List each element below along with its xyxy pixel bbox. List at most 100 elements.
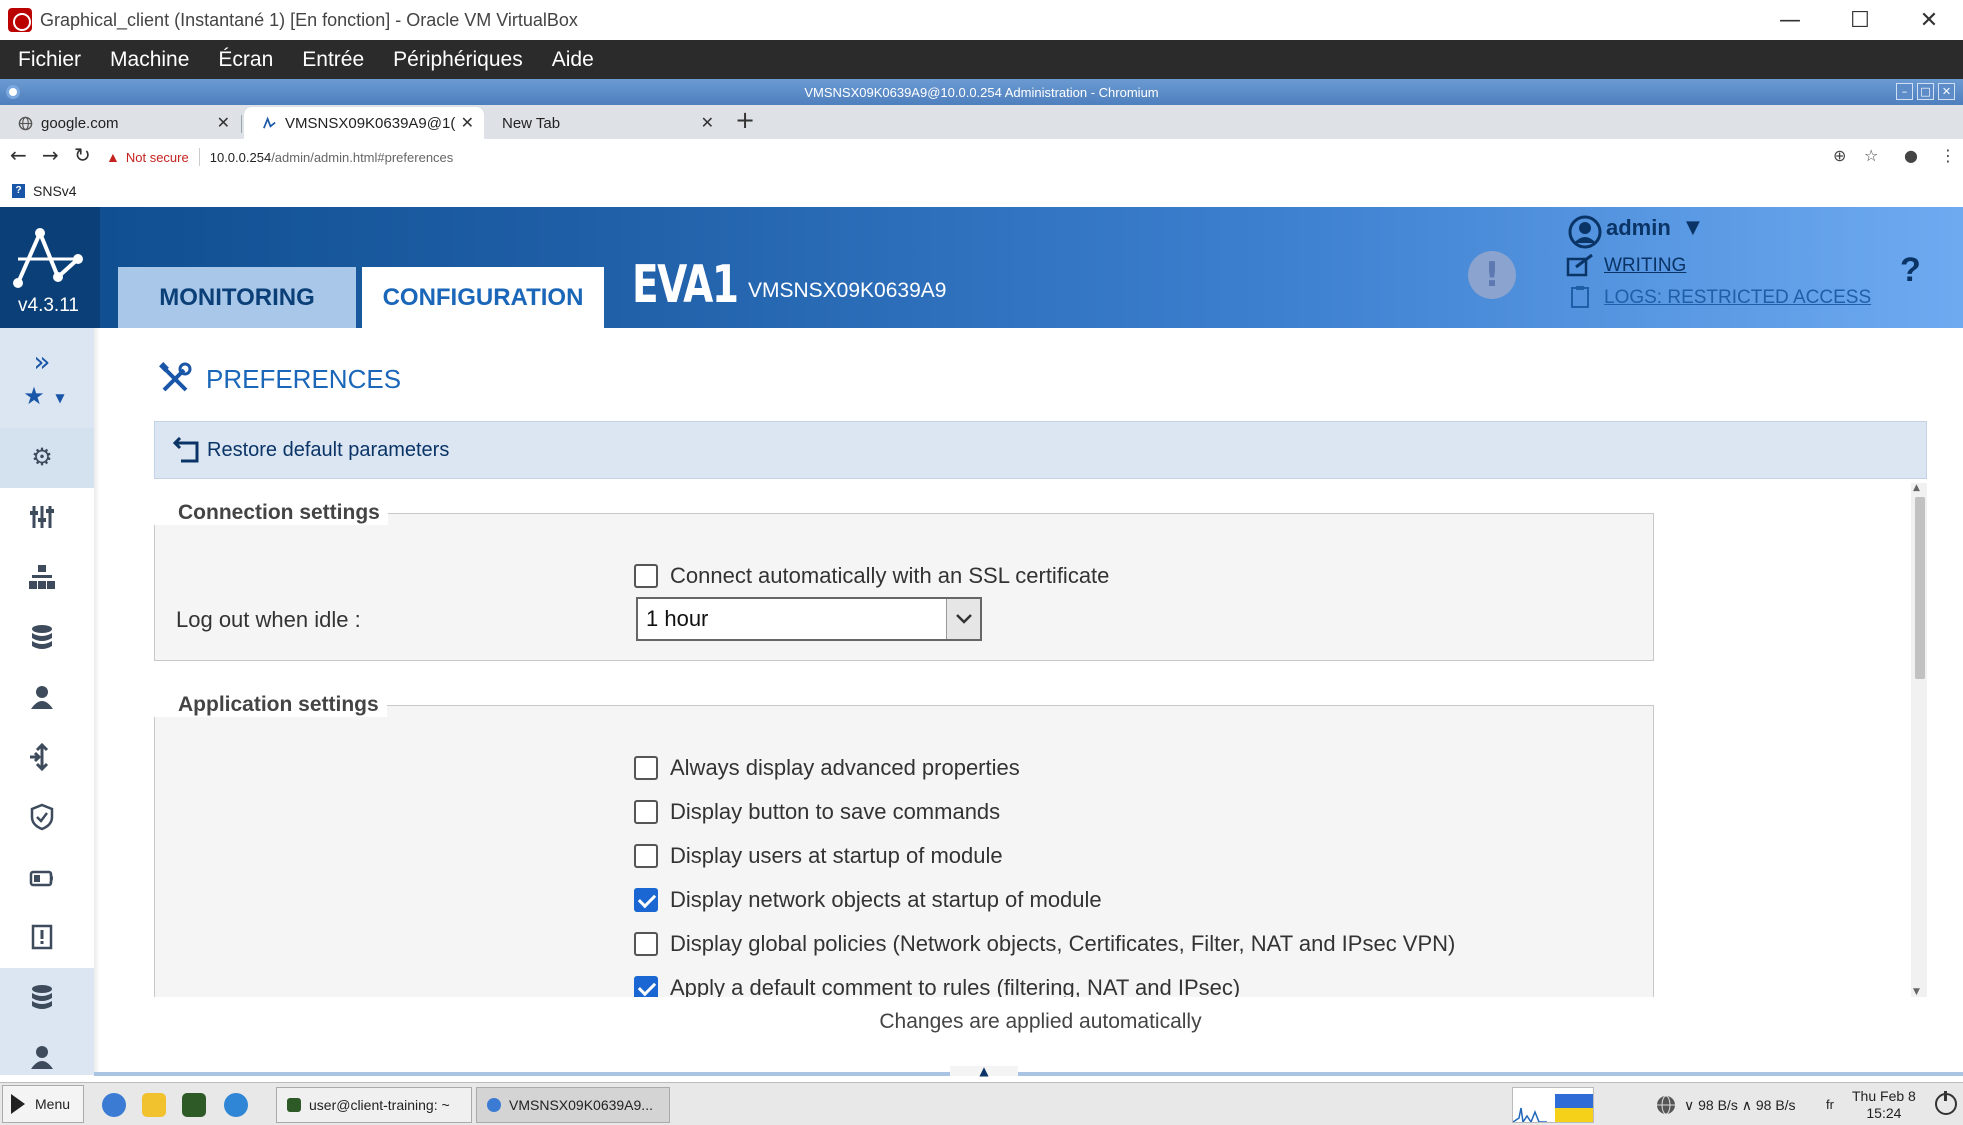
option-network-objects[interactable]: Display network objects at startup of mo… bbox=[634, 887, 1102, 913]
close-tab-icon[interactable]: ✕ bbox=[701, 113, 714, 133]
chromium-launcher-icon[interactable] bbox=[102, 1093, 126, 1117]
new-tab-button[interactable]: + bbox=[735, 106, 755, 134]
chevron-down-icon[interactable]: ▼ bbox=[1686, 217, 1700, 238]
tab-strip: google.com ✕ VMSNSX09K0639A9@1( ✕ New Ta… bbox=[0, 105, 1963, 139]
system-gear-icon[interactable]: ⚙ bbox=[28, 443, 56, 471]
menu-aide[interactable]: Aide bbox=[552, 48, 594, 72]
user-name[interactable]: admin bbox=[1606, 215, 1671, 241]
security-label[interactable]: Not secure bbox=[126, 150, 189, 165]
forward-button[interactable]: → bbox=[42, 143, 59, 167]
option-checkbox[interactable] bbox=[634, 888, 658, 912]
menu-entree[interactable]: Entrée bbox=[302, 48, 364, 72]
bookmark-snsv4[interactable]: SNSv4 bbox=[33, 183, 77, 199]
menu-machine[interactable]: Machine bbox=[110, 48, 189, 72]
virtualbox-icon bbox=[8, 8, 32, 32]
option-checkbox[interactable] bbox=[634, 844, 658, 868]
network-icon[interactable] bbox=[28, 563, 56, 591]
tab-configuration[interactable]: CONFIGURATION bbox=[362, 267, 604, 328]
close-tab-icon[interactable]: ✕ bbox=[217, 113, 230, 133]
start-menu-button[interactable]: Menu bbox=[2, 1085, 84, 1123]
firewall-serial: VMSNSX09K0639A9 bbox=[748, 279, 947, 302]
minimize-button[interactable]: — bbox=[1756, 0, 1824, 40]
option-save-commands[interactable]: Display button to save commands bbox=[634, 799, 1000, 825]
restore-default-button[interactable]: Restore default parameters bbox=[207, 439, 449, 462]
tab-google[interactable]: google.com ✕ bbox=[0, 107, 242, 139]
system-monitor-graph[interactable] bbox=[1512, 1087, 1594, 1123]
files-launcher-icon[interactable] bbox=[142, 1093, 166, 1117]
option-checkbox[interactable] bbox=[634, 976, 658, 997]
idle-timeout-select[interactable]: 1 hour bbox=[636, 597, 982, 641]
logs-restricted-link[interactable]: LOGS: RESTRICTED ACCESS bbox=[1604, 287, 1871, 309]
tab-stormshield[interactable]: VMSNSX09K0639A9@1( ✕ bbox=[244, 107, 484, 139]
expand-sidebar-icon[interactable]: » bbox=[28, 348, 56, 376]
users-icon[interactable] bbox=[28, 683, 56, 711]
menu-peripheriques[interactable]: Périphériques bbox=[393, 48, 523, 72]
chromium-maximize-button[interactable]: □ bbox=[1917, 83, 1934, 100]
chevron-down-icon[interactable]: ▼ bbox=[46, 384, 74, 412]
chevron-up-icon[interactable]: ▲ bbox=[950, 1065, 1018, 1077]
chromium-minimize-button[interactable]: – bbox=[1896, 83, 1913, 100]
security-policy-icon[interactable] bbox=[28, 742, 56, 772]
bookmark-star-icon[interactable]: ☆ bbox=[1864, 146, 1878, 165]
network-globe-icon[interactable] bbox=[1656, 1095, 1676, 1115]
option-advanced-properties[interactable]: Always display advanced properties bbox=[634, 755, 1020, 781]
alarm-icon[interactable]: ! bbox=[1468, 251, 1516, 299]
scroll-up-icon[interactable]: ▲ bbox=[1913, 483, 1920, 493]
menu-fichier[interactable]: Fichier bbox=[18, 48, 81, 72]
tab-new-tab[interactable]: New Tab ✕ bbox=[484, 107, 724, 139]
chromium-close-button[interactable]: ✕ bbox=[1938, 83, 1955, 100]
network-speed: ∨ 98 B/s ∧ 98 B/s bbox=[1684, 1097, 1796, 1113]
favorites-star-icon[interactable]: ★ bbox=[20, 382, 48, 410]
scrollbar-thumb[interactable] bbox=[1915, 497, 1925, 679]
user-icon[interactable] bbox=[28, 1043, 56, 1071]
option-label: Display network objects at startup of mo… bbox=[670, 887, 1102, 912]
option-checkbox[interactable] bbox=[634, 756, 658, 780]
clock[interactable]: Thu Feb 8 15:24 bbox=[1852, 1088, 1916, 1122]
tab-label: VMSNSX09K0639A9@1( bbox=[285, 114, 456, 132]
chevron-down-icon[interactable] bbox=[946, 599, 980, 639]
tab-label: New Tab bbox=[502, 114, 561, 132]
terminal-launcher-icon[interactable] bbox=[182, 1093, 206, 1117]
objects-database-icon[interactable] bbox=[28, 623, 56, 651]
tab-monitoring[interactable]: MONITORING bbox=[118, 267, 356, 328]
back-button[interactable]: ← bbox=[10, 143, 27, 167]
url-host: 10.0.0.254 bbox=[209, 149, 272, 165]
network-launcher-icon[interactable] bbox=[224, 1093, 248, 1117]
browser-menu-icon[interactable]: ⋮ bbox=[1940, 146, 1956, 165]
vpn-icon[interactable] bbox=[28, 863, 56, 891]
user-avatar-icon[interactable] bbox=[1568, 215, 1602, 249]
warning-icon: ▲ bbox=[106, 149, 120, 165]
power-icon[interactable] bbox=[1935, 1091, 1957, 1115]
content-scrollbar[interactable]: ▲ ▼ bbox=[1911, 483, 1927, 997]
option-checkbox[interactable] bbox=[634, 932, 658, 956]
reload-button[interactable]: ↻ bbox=[74, 143, 91, 167]
close-tab-icon[interactable]: ✕ bbox=[461, 113, 474, 133]
profile-icon[interactable]: ● bbox=[1904, 146, 1918, 165]
keyboard-layout[interactable]: fr bbox=[1826, 1097, 1834, 1112]
shield-icon[interactable] bbox=[28, 803, 56, 831]
menu-arrow-icon bbox=[11, 1094, 25, 1114]
menu-ecran[interactable]: Écran bbox=[218, 48, 273, 72]
maximize-button[interactable]: ☐ bbox=[1826, 0, 1894, 40]
restore-toolbar: Restore default parameters bbox=[154, 421, 1927, 479]
notifications-icon[interactable] bbox=[28, 923, 56, 951]
task-terminal[interactable]: user@client-training: ~ bbox=[276, 1087, 472, 1123]
writing-link[interactable]: WRITING bbox=[1604, 255, 1686, 277]
zoom-icon[interactable]: ⊕ bbox=[1833, 146, 1846, 165]
restore-icon[interactable] bbox=[171, 437, 199, 463]
database-icon[interactable] bbox=[28, 983, 56, 1011]
option-checkbox[interactable] bbox=[634, 800, 658, 824]
option-global-policies[interactable]: Display global policies (Network objects… bbox=[634, 931, 1455, 957]
app-header: v4.3.11 MONITORING CONFIGURATION EVA1 VM… bbox=[0, 207, 1963, 328]
close-button[interactable]: ✕ bbox=[1895, 0, 1963, 40]
idle-timeout-value: 1 hour bbox=[646, 606, 709, 631]
help-icon[interactable]: ? bbox=[1900, 251, 1921, 290]
task-chromium[interactable]: VMSNSX09K0639A9... bbox=[476, 1087, 670, 1123]
settings-sliders-icon[interactable] bbox=[28, 503, 56, 531]
scroll-down-icon[interactable]: ▼ bbox=[1913, 987, 1920, 997]
option-display-users[interactable]: Display users at startup of module bbox=[634, 843, 1003, 869]
ssl-certificate-option[interactable]: Connect automatically with an SSL certif… bbox=[634, 563, 1109, 589]
ssl-certificate-checkbox[interactable] bbox=[634, 564, 658, 588]
address-bar[interactable]: ▲ Not secure 10.0.0.254 /admin/admin.htm… bbox=[106, 142, 1896, 172]
option-default-comment[interactable]: Apply a default comment to rules (filter… bbox=[634, 975, 1240, 997]
